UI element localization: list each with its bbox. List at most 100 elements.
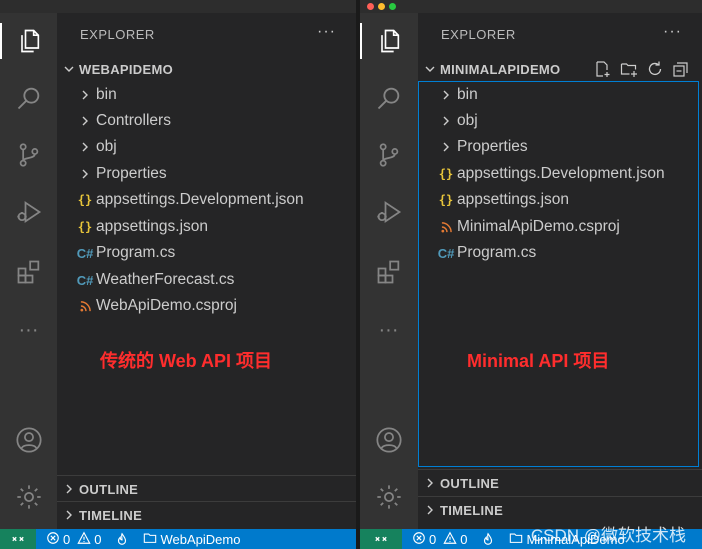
csharp-icon: C# <box>76 245 94 261</box>
explorer-activity-icon[interactable] <box>0 19 57 63</box>
outline-label: OUTLINE <box>79 481 139 497</box>
watermark: CSDN @微软技术栈 <box>530 526 686 545</box>
chevron-right-icon <box>75 115 95 127</box>
new-folder-icon[interactable] <box>620 60 638 83</box>
extensions-icon[interactable] <box>0 250 57 294</box>
run-debug-icon[interactable] <box>360 190 417 234</box>
live-share-icon[interactable] <box>481 532 495 546</box>
source-control-icon[interactable] <box>360 133 417 177</box>
chevron-right-icon <box>436 115 456 127</box>
problems-status[interactable]: 0 0 <box>46 531 101 548</box>
settings-gear-icon[interactable] <box>0 475 57 519</box>
search-icon[interactable] <box>0 76 57 120</box>
project-name: MINIMALAPIDEMO <box>440 61 561 77</box>
search-icon[interactable] <box>360 76 417 120</box>
collapse-all-icon[interactable] <box>672 60 690 83</box>
divider <box>57 475 356 476</box>
folder-label: obj <box>457 112 478 129</box>
tree-file[interactable]: WebApiDemo.csproj <box>57 293 356 319</box>
remote-indicator-icon[interactable] <box>360 529 402 549</box>
chevron-right-icon <box>436 89 456 101</box>
explorer-sidebar: EXPLORER ··· WEBAPIDEMO bin Controllers … <box>57 13 356 529</box>
close-window-icon[interactable] <box>367 3 374 10</box>
tree-file[interactable]: C# Program.cs <box>418 240 702 266</box>
outline-header[interactable]: OUTLINE <box>418 472 702 494</box>
title-bar <box>0 0 356 13</box>
folder-label: obj <box>96 138 117 155</box>
file-label: WeatherForecast.cs <box>96 271 235 288</box>
title-bar <box>360 0 702 13</box>
error-count: 0 <box>429 531 437 547</box>
annotation-label: 传统的 Web API 项目 <box>100 351 273 371</box>
problems-status[interactable]: 0 0 <box>412 531 467 548</box>
new-file-icon[interactable] <box>594 60 612 83</box>
warning-count: 0 <box>460 531 468 547</box>
csharp-icon: C# <box>437 245 455 261</box>
chevron-down-icon <box>59 63 79 75</box>
tree-folder[interactable]: obj <box>57 134 356 160</box>
file-label: WebApiDemo.csproj <box>96 297 237 314</box>
csharp-icon: C# <box>76 272 94 288</box>
tree-folder[interactable]: Properties <box>418 134 702 160</box>
account-icon[interactable] <box>0 418 57 462</box>
folder-icon <box>509 531 523 548</box>
minimize-window-icon[interactable] <box>378 3 385 10</box>
json-icon: {} <box>438 193 454 207</box>
account-icon[interactable] <box>360 418 417 462</box>
warning-icon <box>443 531 457 548</box>
tree-file[interactable]: {} appsettings.Development.json <box>418 161 702 187</box>
tree-folder[interactable]: bin <box>57 82 356 108</box>
rss-icon <box>436 221 456 233</box>
error-icon <box>412 531 426 548</box>
warning-count: 0 <box>94 531 102 547</box>
refresh-icon[interactable] <box>646 60 664 83</box>
more-activity-icon[interactable]: ··· <box>0 308 57 352</box>
folder-label: bin <box>457 86 478 103</box>
chevron-right-icon <box>59 483 79 495</box>
file-label: MinimalApiDemo.csproj <box>457 218 620 235</box>
folder-label: bin <box>96 86 117 103</box>
right-window: ··· EXPLORER ··· MINIMALAPIDEMO bin obj <box>360 0 702 549</box>
tree-folder[interactable]: Controllers <box>57 108 356 134</box>
tree-file[interactable]: {} appsettings.Development.json <box>57 187 356 213</box>
source-control-icon[interactable] <box>0 133 57 177</box>
explorer-title: EXPLORER <box>80 27 155 42</box>
explorer-title: EXPLORER <box>441 27 516 42</box>
more-activity-icon[interactable]: ··· <box>360 308 417 352</box>
timeline-label: TIMELINE <box>79 507 143 523</box>
tree-folder[interactable]: obj <box>418 108 702 134</box>
maximize-window-icon[interactable] <box>389 3 396 10</box>
extensions-icon[interactable] <box>360 250 417 294</box>
run-debug-icon[interactable] <box>0 190 57 234</box>
explorer-header-actions <box>594 60 690 83</box>
file-label: appsettings.json <box>96 218 209 235</box>
outline-header[interactable]: OUTLINE <box>57 478 356 500</box>
json-icon: {} <box>438 167 454 181</box>
timeline-header[interactable]: TIMELINE <box>418 499 702 521</box>
tree-file[interactable]: C# WeatherForecast.cs <box>57 267 356 293</box>
explorer-sidebar: EXPLORER ··· MINIMALAPIDEMO bin obj Prop… <box>418 13 702 529</box>
workspace-status[interactable]: WebApiDemo <box>143 531 240 548</box>
tree-file[interactable]: {} appsettings.json <box>57 214 356 240</box>
chevron-right-icon <box>436 141 456 153</box>
outline-label: OUTLINE <box>440 475 500 491</box>
workspace-name: WebApiDemo <box>160 531 241 547</box>
remote-indicator-icon[interactable] <box>0 529 36 549</box>
explorer-activity-icon[interactable] <box>360 19 417 63</box>
more-actions-icon[interactable]: ··· <box>317 23 336 41</box>
timeline-header[interactable]: TIMELINE <box>57 504 356 526</box>
settings-gear-icon[interactable] <box>360 475 417 519</box>
error-count: 0 <box>63 531 71 547</box>
tree-folder[interactable]: bin <box>418 82 702 108</box>
project-header[interactable]: WEBAPIDEMO <box>57 58 356 80</box>
folder-label: Properties <box>96 165 167 182</box>
tree-file[interactable]: C# Program.cs <box>57 240 356 266</box>
folder-icon <box>143 531 157 548</box>
live-share-icon[interactable] <box>115 532 129 546</box>
more-actions-icon[interactable]: ··· <box>663 23 682 41</box>
tree-file[interactable]: MinimalApiDemo.csproj <box>418 214 702 240</box>
chevron-right-icon <box>420 477 440 489</box>
warning-icon <box>77 531 91 548</box>
tree-folder[interactable]: Properties <box>57 161 356 187</box>
tree-file[interactable]: {} appsettings.json <box>418 187 702 213</box>
